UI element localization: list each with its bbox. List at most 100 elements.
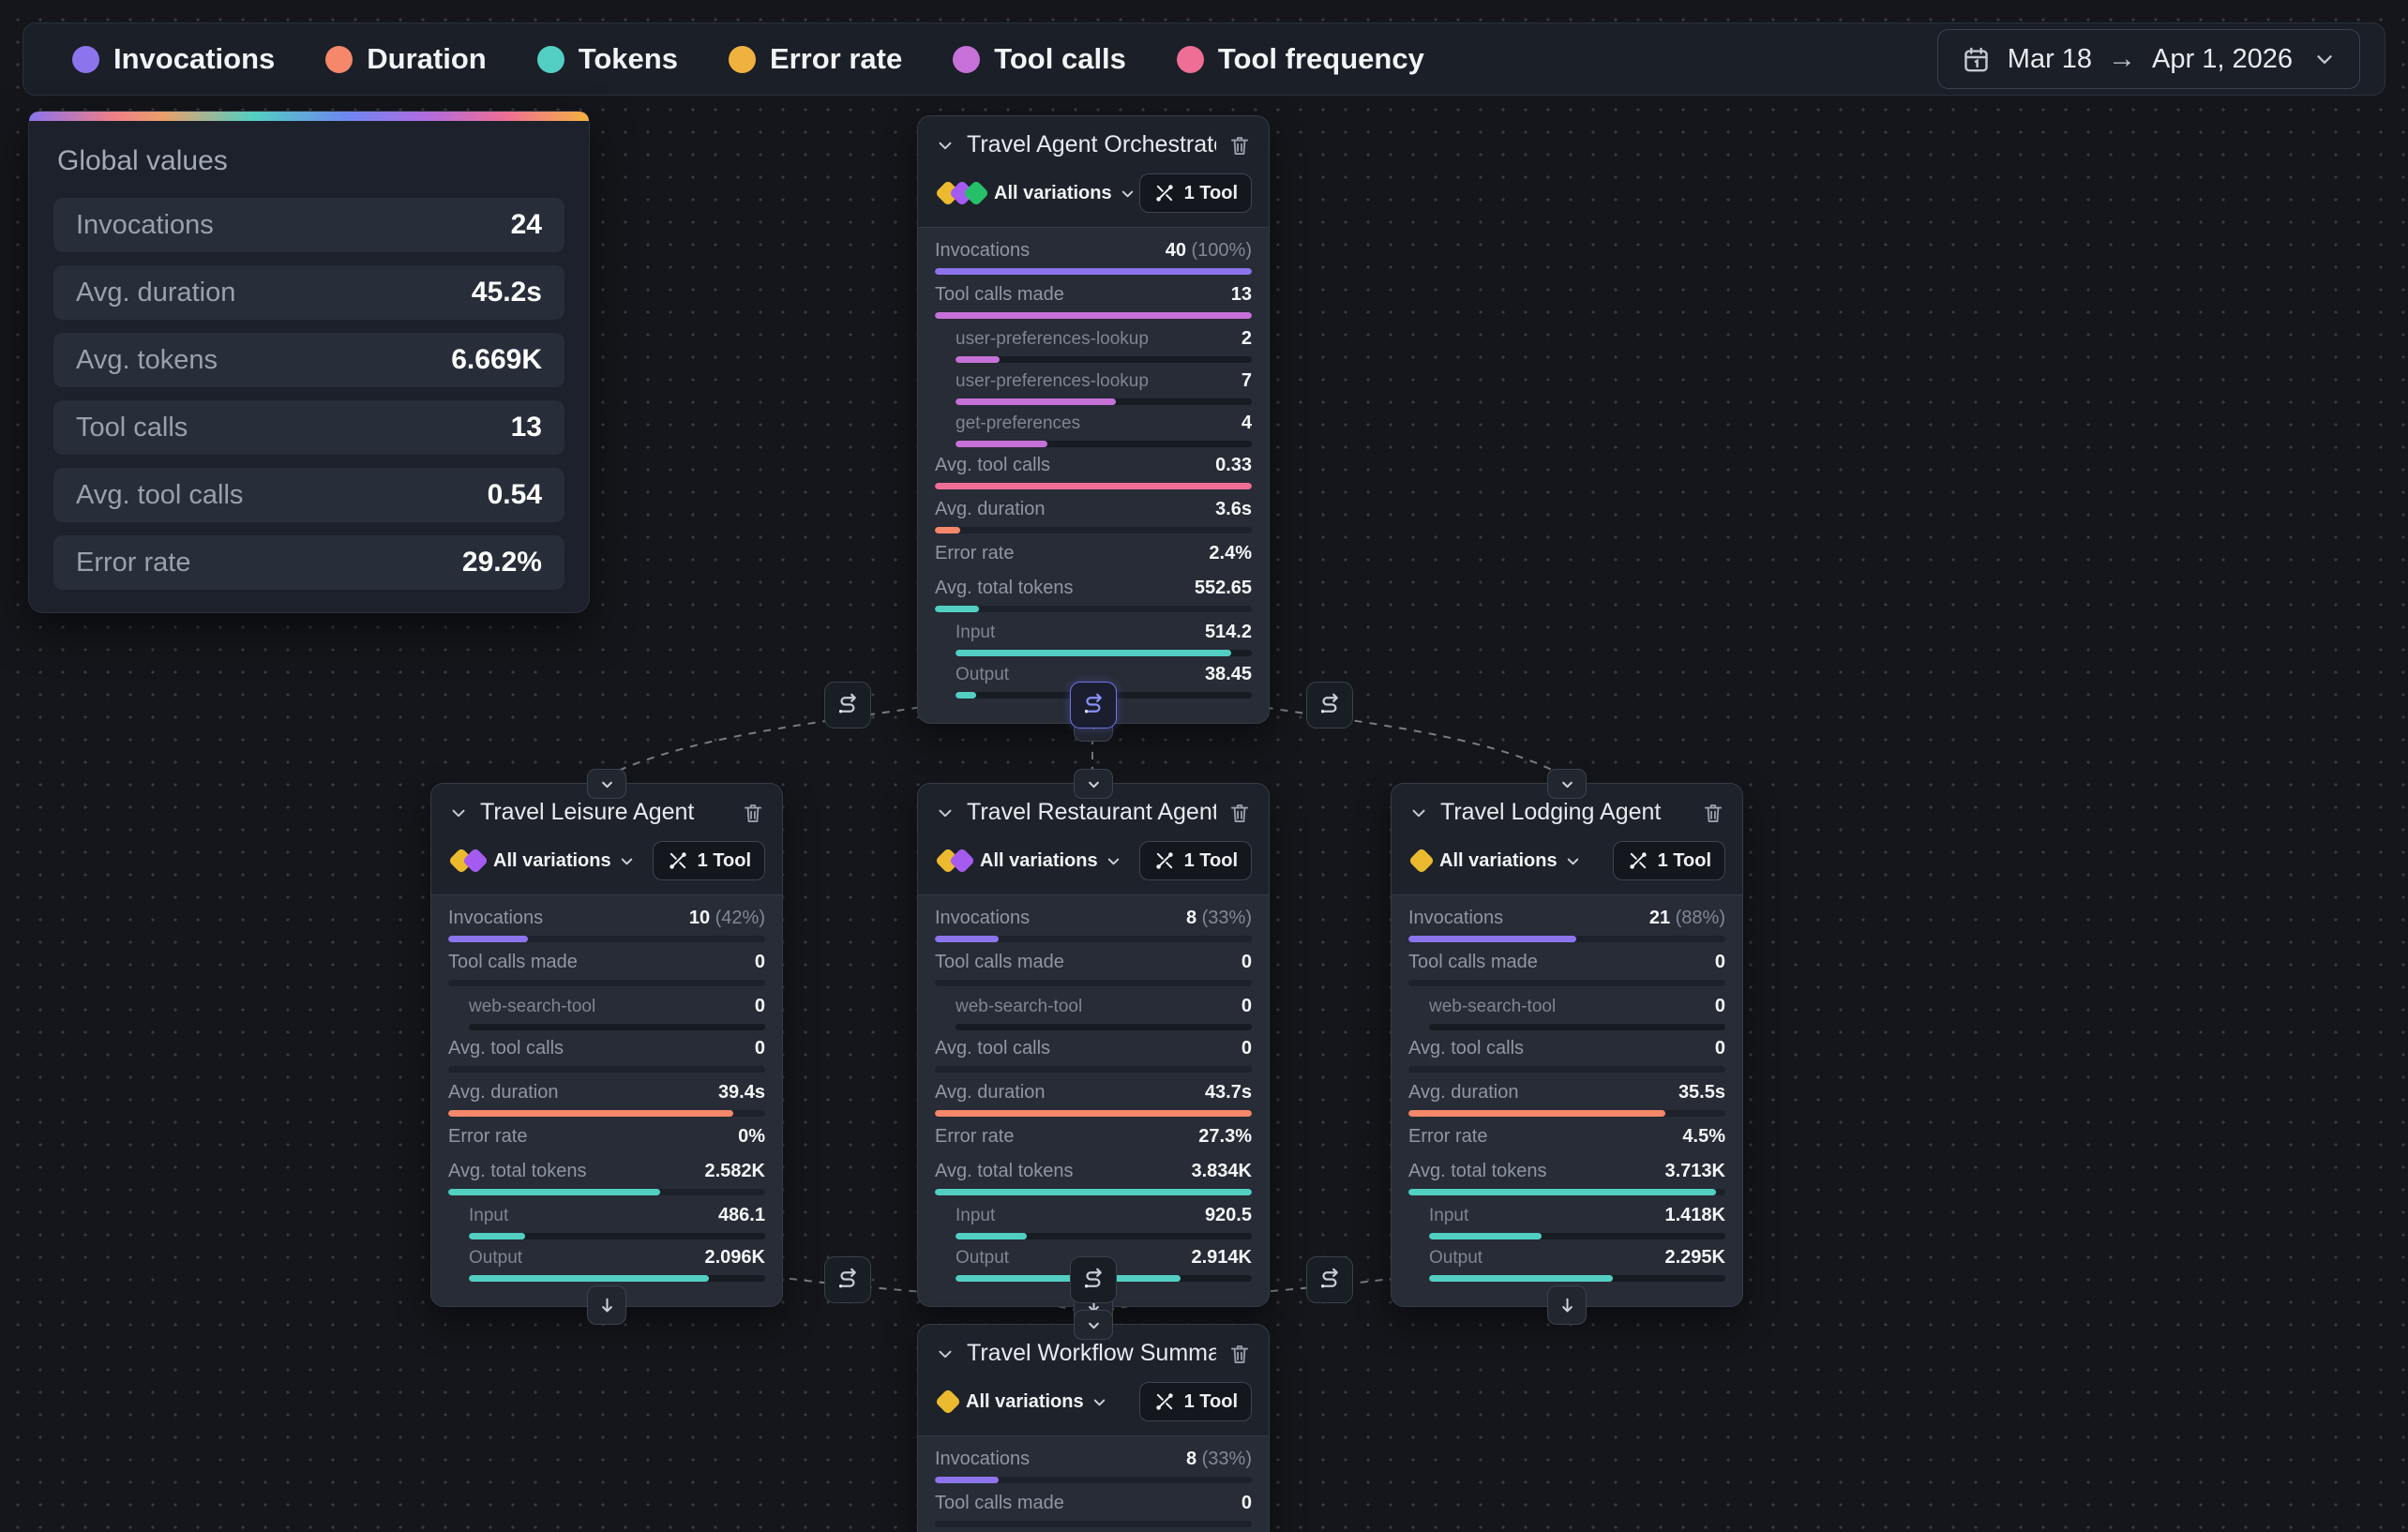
router-icon-button[interactable] [824,682,871,728]
delete-agent-button[interactable] [1701,801,1725,825]
metric-value: 35.5s [1678,1082,1725,1104]
metric-head: web-search-tool0 [469,996,765,1017]
collapse-chevron-icon[interactable] [935,135,956,156]
tool-count-label: 1 Tool [1184,1391,1238,1413]
router-icon-button[interactable] [1306,1256,1353,1303]
legend-item-invocations[interactable]: Invocations [72,42,275,76]
metric-row-output: Output2.295K [1408,1247,1725,1282]
metric-bar-fill [956,398,1116,405]
metric-value: 10 (42%) [689,908,765,929]
legend-item-duration[interactable]: Duration [325,42,486,76]
legend-item-error-rate[interactable]: Error rate [729,42,902,76]
delete-agent-button[interactable] [1227,133,1252,158]
tool-frequency-dot-icon [1177,46,1204,73]
metric-value: 0 [755,996,765,1017]
metric-row-avg-total-tokens: Avg. total tokens3.834K [935,1161,1252,1195]
chevron-down-icon[interactable] [618,852,636,870]
collapse-chevron-icon[interactable] [448,803,469,823]
metric-row-input: Input486.1 [448,1205,765,1239]
variations-dropdown[interactable]: All variations [994,183,1112,204]
metric-head: Tool calls made0 [1408,952,1725,973]
metric-label: web-search-tool [956,997,1082,1017]
legend-item-tokens[interactable]: Tokens [537,42,678,76]
metric-bar-track [935,1066,1252,1073]
tool-count-badge[interactable]: 1 Tool [1613,841,1725,880]
tool-count-badge[interactable]: 1 Tool [1139,1382,1252,1421]
agent-graph-canvas[interactable]: Invocations Duration Tokens Error rate Tool … [0,0,2408,1532]
card-title-row: Travel Leisure Agent [448,799,765,826]
metric-value: 0 [1242,996,1252,1017]
metric-bar-track [1429,1275,1725,1282]
delete-agent-button[interactable] [1227,1342,1252,1366]
bottom-connector-button[interactable] [587,1285,626,1325]
tool-count-label: 1 Tool [1184,183,1238,204]
metric-head: Input1.418K [1429,1205,1725,1226]
metric-head: Error rate4.5% [1408,1126,1725,1148]
agent-title: Travel Leisure Agent [480,799,730,826]
router-icon-button[interactable] [1306,682,1353,728]
metric-row-tool-calls-made: Tool calls made13 [935,284,1252,319]
top-connector-button[interactable] [1074,769,1113,799]
metric-label: Error rate [935,543,1014,564]
tool-count-badge[interactable]: 1 Tool [1139,173,1252,213]
metric-label: Tool calls made [935,284,1064,306]
metric-label: Output [1429,1248,1482,1269]
trash-icon [1227,133,1252,158]
bottom-connector-button[interactable] [1547,1285,1587,1325]
metric-label: Avg. duration [1408,1082,1519,1104]
card-title-row: Travel Workflow Summarizer [935,1340,1252,1367]
metric-bar-fill [448,936,528,942]
card-metrics: Invocations8 (33%)Tool calls made0web-se… [918,1436,1269,1532]
top-connector-button[interactable] [587,769,626,799]
metric-label: Tool calls made [935,1493,1064,1514]
card-header: Travel Agent OrchestratorAll variations1… [918,116,1269,228]
top-connector-button[interactable] [1074,1310,1113,1340]
legend-item-tool-frequency[interactable]: Tool frequency [1177,42,1424,76]
date-range-end: Apr 1, 2026 [2152,44,2293,75]
global-metric-label: Invocations [76,210,214,241]
router-icon-button-active[interactable] [1070,682,1117,728]
metric-bar-track [469,1024,765,1030]
collapse-chevron-icon[interactable] [1408,803,1429,823]
collapse-chevron-icon[interactable] [935,803,956,823]
metric-head: Error rate 2.4% [935,543,1252,564]
date-range-picker[interactable]: Mar 18 → Apr 1, 2026 [1937,29,2360,89]
metric-value: 43.7s [1205,1082,1252,1104]
variations-dropdown[interactable]: All variations [493,850,611,872]
variation-diamonds [1408,851,1426,870]
metric-value: 3.713K [1665,1161,1726,1182]
delete-agent-button[interactable] [1227,801,1252,825]
router-icon-button[interactable] [824,1256,871,1303]
chevron-down-icon[interactable] [1564,852,1582,870]
metric-bar-track [1408,1066,1725,1073]
global-metric-row-error-rate: Error rate29.2% [53,535,564,590]
chevron-down-icon[interactable] [1119,185,1136,203]
variations-dropdown[interactable]: All variations [980,850,1098,872]
collapse-chevron-icon[interactable] [935,1344,956,1364]
variations-dropdown[interactable]: All variations [1439,850,1558,872]
tool-count-badge[interactable]: 1 Tool [653,841,765,880]
metric-value: 2.4% [1209,543,1252,564]
global-values-title: Global values [57,145,561,177]
global-metric-row-avg-tokens: Avg. tokens6.669K [53,333,564,387]
metric-row-tool-calls-made: Tool calls made0 [935,1493,1252,1527]
chevron-down-icon[interactable] [1105,852,1122,870]
tools-icon [667,849,689,872]
legend-label: Duration [367,42,486,76]
card-metrics: Invocations21 (88%)Tool calls made0web-s… [1392,895,1742,1306]
variations-row: All variations 1 Tool [935,173,1252,213]
metric-bar-track [1408,936,1725,942]
metric-head: Input920.5 [956,1205,1252,1226]
metric-head: user-preferences-lookup2 [956,328,1252,350]
delete-agent-button[interactable] [741,801,765,825]
metric-value: 2.914K [1192,1247,1253,1269]
variations-dropdown[interactable]: All variations [966,1391,1084,1413]
metric-row-input: Input1.418K [1408,1205,1725,1239]
global-metric-value: 13 [511,412,542,443]
top-connector-button[interactable] [1547,769,1587,799]
router-icon-button[interactable] [1070,1256,1117,1303]
chevron-down-icon [1558,774,1577,794]
legend-item-tool-calls[interactable]: Tool calls [953,42,1126,76]
chevron-down-icon[interactable] [1091,1393,1108,1411]
tool-count-badge[interactable]: 1 Tool [1139,841,1252,880]
